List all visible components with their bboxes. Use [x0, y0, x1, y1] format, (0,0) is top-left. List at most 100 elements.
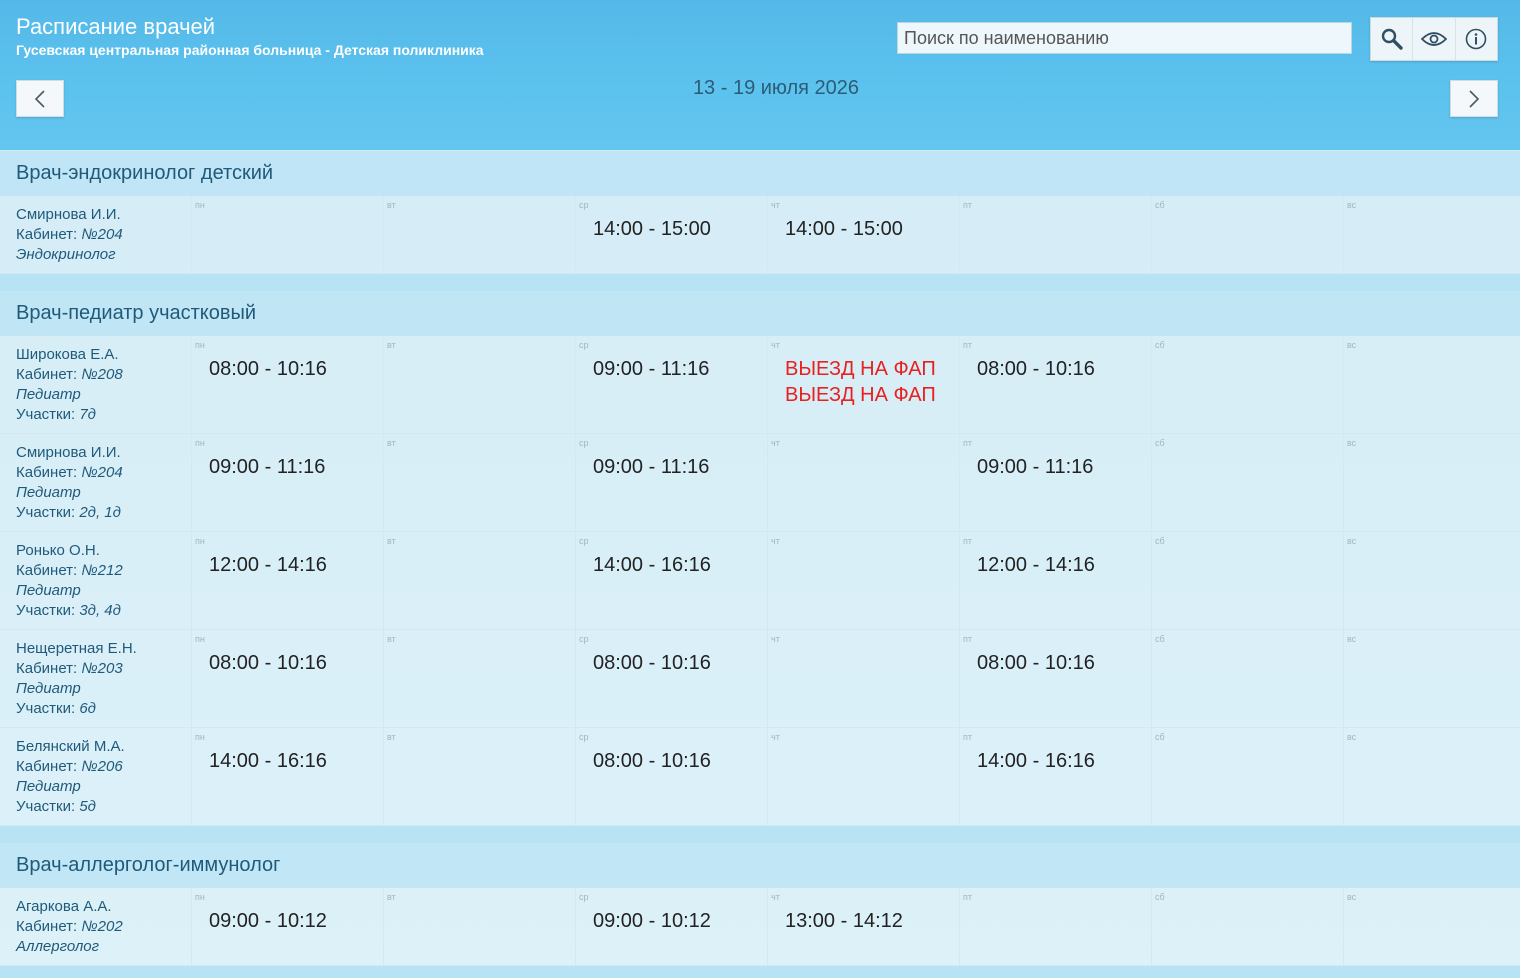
day-cell-пн[interactable]: пн 09:00 - 11:16 [192, 434, 384, 531]
day-cell-пт[interactable]: пт 09:00 - 11:16 [960, 434, 1152, 531]
day-cell-чт: чт [768, 630, 960, 727]
time-slot[interactable]: 14:00 - 16:16 [209, 748, 327, 774]
day-cell-ср[interactable]: ср 08:00 - 10:16 [576, 630, 768, 727]
day-label: чт [771, 536, 780, 546]
day-cell-чт[interactable]: чт 14:00 - 15:00 [768, 196, 960, 273]
time-slot[interactable]: 09:00 - 11:16 [209, 454, 325, 480]
day-cell-ср[interactable]: ср 09:00 - 11:16 [576, 434, 768, 531]
day-cell-пн[interactable]: пн 09:00 - 10:12 [192, 888, 384, 965]
time-slot[interactable]: ВЫЕЗД НА ФАП ВЫЕЗД НА ФАП [785, 356, 936, 408]
doctor-info[interactable]: Агаркова А.А. Кабинет: №202 Аллерголог [0, 888, 192, 965]
day-label: вс [1347, 340, 1357, 350]
doctor-info[interactable]: Нещеретная Е.Н. Кабинет: №203 Педиатр Участ… [0, 630, 192, 727]
day-label: вс [1347, 200, 1357, 210]
doctor-info[interactable]: Белянский М.А. Кабинет: №206 Педиатр Участк… [0, 728, 192, 825]
doctor-cabinet: Кабинет: №208 [16, 366, 123, 383]
day-cell-вс: вс [1344, 336, 1520, 433]
time-slot[interactable]: 09:00 - 11:16 [593, 356, 709, 382]
time-slot[interactable]: 08:00 - 10:16 [977, 650, 1095, 676]
search-input[interactable] [897, 22, 1352, 54]
doctor-specialty: Педиатр [16, 680, 81, 697]
day-label: сб [1155, 634, 1165, 644]
doctor-specialty: Аллерголог [16, 938, 100, 955]
day-label: вт [387, 536, 396, 546]
day-label: пн [195, 732, 205, 742]
doctor-specialty: Педиатр [16, 582, 81, 599]
day-cell-пн[interactable]: пн 08:00 - 10:16 [192, 336, 384, 433]
visibility-button[interactable] [1413, 18, 1456, 60]
day-label: ср [579, 892, 589, 902]
time-slot[interactable]: 09:00 - 10:12 [593, 908, 711, 934]
time-slot[interactable]: 13:00 - 14:12 [785, 908, 903, 934]
day-label: ср [579, 536, 589, 546]
doctor-specialty: Педиатр [16, 484, 81, 501]
day-cell-чт: чт [768, 434, 960, 531]
day-label: ср [579, 340, 589, 350]
time-slot[interactable]: 08:00 - 10:16 [977, 356, 1095, 382]
time-slot[interactable]: 12:00 - 14:16 [977, 552, 1095, 578]
time-slot[interactable]: 08:00 - 10:16 [209, 356, 327, 382]
doctor-info[interactable]: Широкова Е.А. Кабинет: №208 Педиатр Участки… [0, 336, 192, 433]
time-slot[interactable]: 14:00 - 15:00 [785, 216, 903, 242]
doctor-cabinet: Кабинет: №203 [16, 660, 123, 677]
doctor-info[interactable]: Смирнова И.И. Кабинет: №204 Педиатр Участки… [0, 434, 192, 531]
next-week-button[interactable] [1450, 80, 1498, 117]
section-separator [0, 826, 1520, 843]
day-label: вс [1347, 892, 1357, 902]
day-cell-вс: вс [1344, 196, 1520, 273]
day-cell-пт[interactable]: пт 14:00 - 16:16 [960, 728, 1152, 825]
time-slot[interactable]: 09:00 - 11:16 [593, 454, 709, 480]
day-cell-ср[interactable]: ср 14:00 - 15:00 [576, 196, 768, 273]
doctor-cabinet: Кабинет: №212 [16, 562, 123, 579]
day-label: пт [963, 732, 972, 742]
doctor-info[interactable]: Ронько О.Н. Кабинет: №212 Педиатр Участки: … [0, 532, 192, 629]
doctor-specialty: Педиатр [16, 386, 81, 403]
day-cell-вс: вс [1344, 630, 1520, 727]
day-cell-пт: пт [960, 196, 1152, 273]
day-label: пт [963, 536, 972, 546]
doctor-name: Широкова Е.А. [16, 346, 119, 363]
day-cell-ср[interactable]: ср 09:00 - 10:12 [576, 888, 768, 965]
day-cell-вт: вт [384, 196, 576, 273]
doctor-areas: Участки: 3д, 4д [16, 602, 121, 619]
time-slot[interactable]: 08:00 - 10:16 [593, 650, 711, 676]
doctor-specialty: Педиатр [16, 778, 81, 795]
day-cell-пт[interactable]: пт 08:00 - 10:16 [960, 630, 1152, 727]
time-slot[interactable]: 08:00 - 10:16 [593, 748, 711, 774]
day-label: сб [1155, 340, 1165, 350]
time-slot[interactable]: 08:00 - 10:16 [209, 650, 327, 676]
day-cell-сб: сб [1152, 336, 1344, 433]
search-button[interactable] [1371, 18, 1414, 60]
day-cell-пт[interactable]: пт 08:00 - 10:16 [960, 336, 1152, 433]
doctor-name: Смирнова И.И. [16, 444, 121, 461]
time-slot[interactable]: 14:00 - 16:16 [593, 552, 711, 578]
day-cell-чт[interactable]: чт ВЫЕЗД НА ФАП ВЫЕЗД НА ФАП [768, 336, 960, 433]
time-slot[interactable]: 14:00 - 16:16 [977, 748, 1095, 774]
day-label: пт [963, 892, 972, 902]
day-cell-чт[interactable]: чт 13:00 - 14:12 [768, 888, 960, 965]
day-cell-ср[interactable]: ср 08:00 - 10:16 [576, 728, 768, 825]
chevron-right-icon [1469, 89, 1480, 108]
doctor-info[interactable]: Смирнова И.И. Кабинет: №204 Эндокринолог [0, 196, 192, 273]
time-slot[interactable]: 14:00 - 15:00 [593, 216, 711, 242]
doctor-name: Ронько О.Н. [16, 542, 100, 559]
day-label: сб [1155, 438, 1165, 448]
info-button[interactable] [1456, 18, 1497, 60]
time-slot[interactable]: 12:00 - 14:16 [209, 552, 327, 578]
day-cell-пт[interactable]: пт 12:00 - 14:16 [960, 532, 1152, 629]
doctor-cabinet: Кабинет: №204 [16, 464, 123, 481]
day-cell-вт: вт [384, 336, 576, 433]
day-label: вс [1347, 732, 1357, 742]
day-cell-пн[interactable]: пн 12:00 - 14:16 [192, 532, 384, 629]
day-cell-ср[interactable]: ср 14:00 - 16:16 [576, 532, 768, 629]
time-slot[interactable]: 09:00 - 10:12 [209, 908, 327, 934]
day-cell-пн[interactable]: пн 14:00 - 16:16 [192, 728, 384, 825]
time-slot[interactable]: 09:00 - 11:16 [977, 454, 1093, 480]
day-cell-сб: сб [1152, 728, 1344, 825]
doctor-row: Смирнова И.И. Кабинет: №204 Эндокринолог пн… [0, 196, 1520, 274]
day-label: вт [387, 732, 396, 742]
day-cell-ср[interactable]: ср 09:00 - 11:16 [576, 336, 768, 433]
day-label: сб [1155, 536, 1165, 546]
day-cell-пн[interactable]: пн 08:00 - 10:16 [192, 630, 384, 727]
section-title: Врач-эндокринолог детский [0, 151, 1520, 196]
